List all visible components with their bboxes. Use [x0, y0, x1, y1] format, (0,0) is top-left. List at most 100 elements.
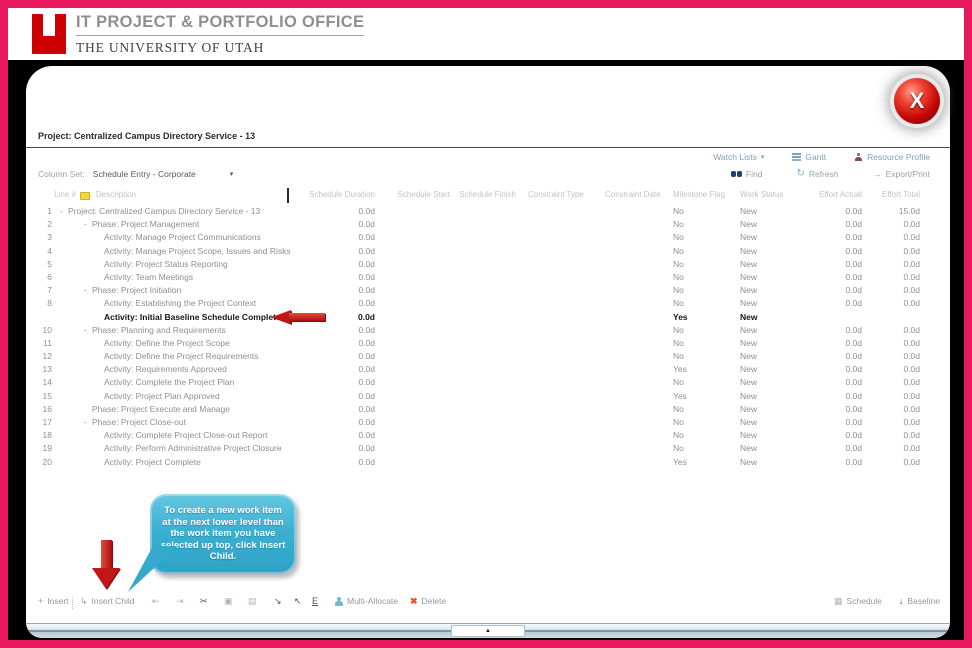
- paste-button[interactable]: ▤: [248, 596, 257, 606]
- indent-button[interactable]: ⇥: [176, 596, 184, 606]
- row-collapse-toggle[interactable]: [96, 442, 104, 455]
- refresh-button[interactable]: ↻ Refresh: [796, 169, 838, 180]
- project-window: Project: Centralized Campus Directory Se…: [26, 66, 950, 638]
- row-effort-actual: 0.0d: [845, 324, 862, 335]
- row-collapse-toggle[interactable]: [96, 350, 104, 363]
- table-row[interactable]: 14 Activity: Complete the Project Plan 0…: [26, 376, 950, 389]
- table-row[interactable]: 11 Activity: Define the Project Scope 0.…: [26, 337, 950, 350]
- row-effort-actual: 0.0d: [845, 417, 862, 427]
- notes-icon: E: [312, 596, 319, 606]
- row-milestone-flag: No: [673, 324, 684, 335]
- table-row[interactable]: 13 Activity: Requirements Approved 0.0d …: [26, 363, 950, 376]
- column-header-effort-total[interactable]: Effort Total: [866, 190, 920, 199]
- row-collapse-toggle[interactable]: [96, 231, 104, 244]
- row-milestone-flag: Yes: [673, 390, 687, 401]
- row-effort-total: 0.0d: [903, 417, 920, 427]
- column-header-constraint-date[interactable]: Constraint Date: [605, 190, 661, 199]
- insert-button[interactable]: + Insert: [38, 596, 69, 606]
- find-button[interactable]: Find: [730, 169, 762, 179]
- multi-allocate-button[interactable]: Multi-Allocate: [334, 596, 398, 606]
- row-description: Activity: Define the Project Requirement…: [104, 351, 259, 362]
- title-divider: [26, 147, 950, 148]
- watch-lists-button[interactable]: Watch Lists ▾: [713, 152, 764, 162]
- row-collapse-toggle[interactable]: [96, 429, 104, 442]
- chevron-down-icon[interactable]: ▾: [230, 170, 234, 178]
- row-collapse-toggle[interactable]: [96, 311, 104, 324]
- column-header-line[interactable]: Line #: [36, 190, 76, 199]
- delete-button[interactable]: ✖ Delete: [410, 596, 446, 606]
- row-line-number: 2: [47, 219, 52, 230]
- row-effort-actual: 0.0d: [845, 285, 862, 296]
- row-collapse-toggle[interactable]: [96, 245, 104, 258]
- row-collapse-toggle[interactable]: [96, 363, 104, 376]
- row-collapse-toggle[interactable]: -: [84, 284, 92, 297]
- table-row[interactable]: 2 - Phase: Project Management 0.0d No New…: [26, 218, 950, 231]
- row-collapse-toggle[interactable]: -: [84, 324, 92, 337]
- resource-profile-button[interactable]: Resource Profile: [854, 152, 930, 162]
- baseline-button[interactable]: ↓ Baseline: [899, 596, 940, 606]
- insert-child-pointer-arrow-icon: [92, 540, 120, 590]
- gantt-button[interactable]: Gantt: [792, 152, 826, 162]
- row-schedule-duration: 0.0d: [358, 206, 375, 216]
- outdent-button[interactable]: ⇤: [152, 596, 160, 606]
- table-row[interactable]: 12 Activity: Define the Project Requirem…: [26, 350, 950, 363]
- table-row[interactable]: 17 - Phase: Project Close-out 0.0d No New…: [26, 416, 950, 429]
- cut-button[interactable]: ✂: [200, 596, 208, 606]
- table-row[interactable]: 8 Activity: Establishing the Project Con…: [26, 297, 950, 310]
- column-header-milestone-flag[interactable]: Milestone Flag: [673, 190, 725, 199]
- column-set-value[interactable]: Schedule Entry - Corporate: [93, 169, 196, 179]
- row-schedule-duration: 0.0d: [358, 417, 375, 427]
- column-header-finish[interactable]: Schedule Finish: [434, 190, 516, 199]
- export-print-button[interactable]: → Export/Print: [873, 169, 930, 179]
- row-description: Activity: Complete Project Close-out Rep…: [104, 430, 268, 441]
- table-row[interactable]: 7 - Phase: Project Initiation 0.0d No New…: [26, 284, 950, 297]
- unlink-button[interactable]: ↖: [294, 596, 302, 606]
- column-header-description[interactable]: Description: [96, 190, 136, 199]
- table-row[interactable]: 6 Activity: Team Meetings 0.0d No New 0.…: [26, 271, 950, 284]
- table-row[interactable]: 20 Activity: Project Complete 0.0d Yes N…: [26, 456, 950, 469]
- row-collapse-toggle[interactable]: -: [84, 218, 92, 231]
- row-effort-total: 0.0d: [903, 298, 920, 309]
- row-effort-actual: 0.0d: [845, 337, 862, 348]
- column-header-effort-actual[interactable]: Effort Actual: [762, 190, 862, 199]
- row-collapse-toggle[interactable]: [96, 258, 104, 271]
- row-milestone-flag: No: [673, 298, 684, 309]
- copy-button[interactable]: ▣: [224, 596, 233, 606]
- row-line-number: 15: [42, 390, 52, 401]
- table-row[interactable]: 19 Activity: Perform Administrative Proj…: [26, 442, 950, 455]
- row-schedule-duration: 0.0d: [358, 232, 375, 243]
- link-button[interactable]: ↘: [274, 596, 282, 606]
- table-row[interactable]: 4 Activity: Manage Project Scope, Issues…: [26, 245, 950, 258]
- horizontal-scrollbar[interactable]: ▲: [26, 623, 950, 638]
- row-collapse-toggle[interactable]: [84, 403, 92, 416]
- schedule-button[interactable]: ▦ Schedule: [834, 596, 882, 606]
- row-collapse-toggle[interactable]: [96, 337, 104, 350]
- table-row[interactable]: 15 Activity: Project Plan Approved 0.0d …: [26, 390, 950, 403]
- row-collapse-toggle[interactable]: [96, 390, 104, 403]
- table-row[interactable]: 16 Phase: Project Execute and Manage 0.0…: [26, 403, 950, 416]
- row-collapse-toggle[interactable]: -: [84, 416, 92, 429]
- table-row[interactable]: 3 Activity: Manage Project Communication…: [26, 231, 950, 244]
- row-collapse-toggle[interactable]: [96, 297, 104, 310]
- row-effort-actual: 0.0d: [845, 206, 862, 216]
- scrollbar-expand-button[interactable]: ▲: [451, 625, 525, 637]
- row-collapse-toggle[interactable]: [96, 456, 104, 469]
- row-description: Activity: Project Plan Approved: [104, 390, 220, 401]
- row-collapse-toggle[interactable]: [96, 271, 104, 284]
- table-row[interactable]: Activity: Initial Baseline Schedule Comp…: [26, 309, 950, 324]
- column-header-duration[interactable]: Schedule Duration: [276, 190, 375, 199]
- table-row[interactable]: 1 - Project: Centralized Campus Directory…: [26, 205, 950, 218]
- row-collapse-toggle[interactable]: -: [60, 205, 68, 218]
- notes-button[interactable]: E: [312, 596, 318, 606]
- row-description: Activity: Complete the Project Plan: [104, 377, 235, 388]
- close-button[interactable]: X: [894, 78, 940, 124]
- table-row[interactable]: 5 Activity: Project Status Reporting 0.0…: [26, 258, 950, 271]
- row-effort-total: 0.0d: [903, 337, 920, 348]
- folder-icon: [80, 192, 90, 200]
- row-collapse-toggle[interactable]: [96, 376, 104, 389]
- table-row[interactable]: 18 Activity: Complete Project Close-out …: [26, 429, 950, 442]
- column-header-constraint-type[interactable]: Constraint Type: [528, 190, 584, 199]
- table-row[interactable]: 10 - Phase: Planning and Requirements 0.0…: [26, 324, 950, 337]
- insert-child-button[interactable]: ↳ Insert Child: [80, 596, 135, 606]
- plus-icon: +: [38, 596, 44, 606]
